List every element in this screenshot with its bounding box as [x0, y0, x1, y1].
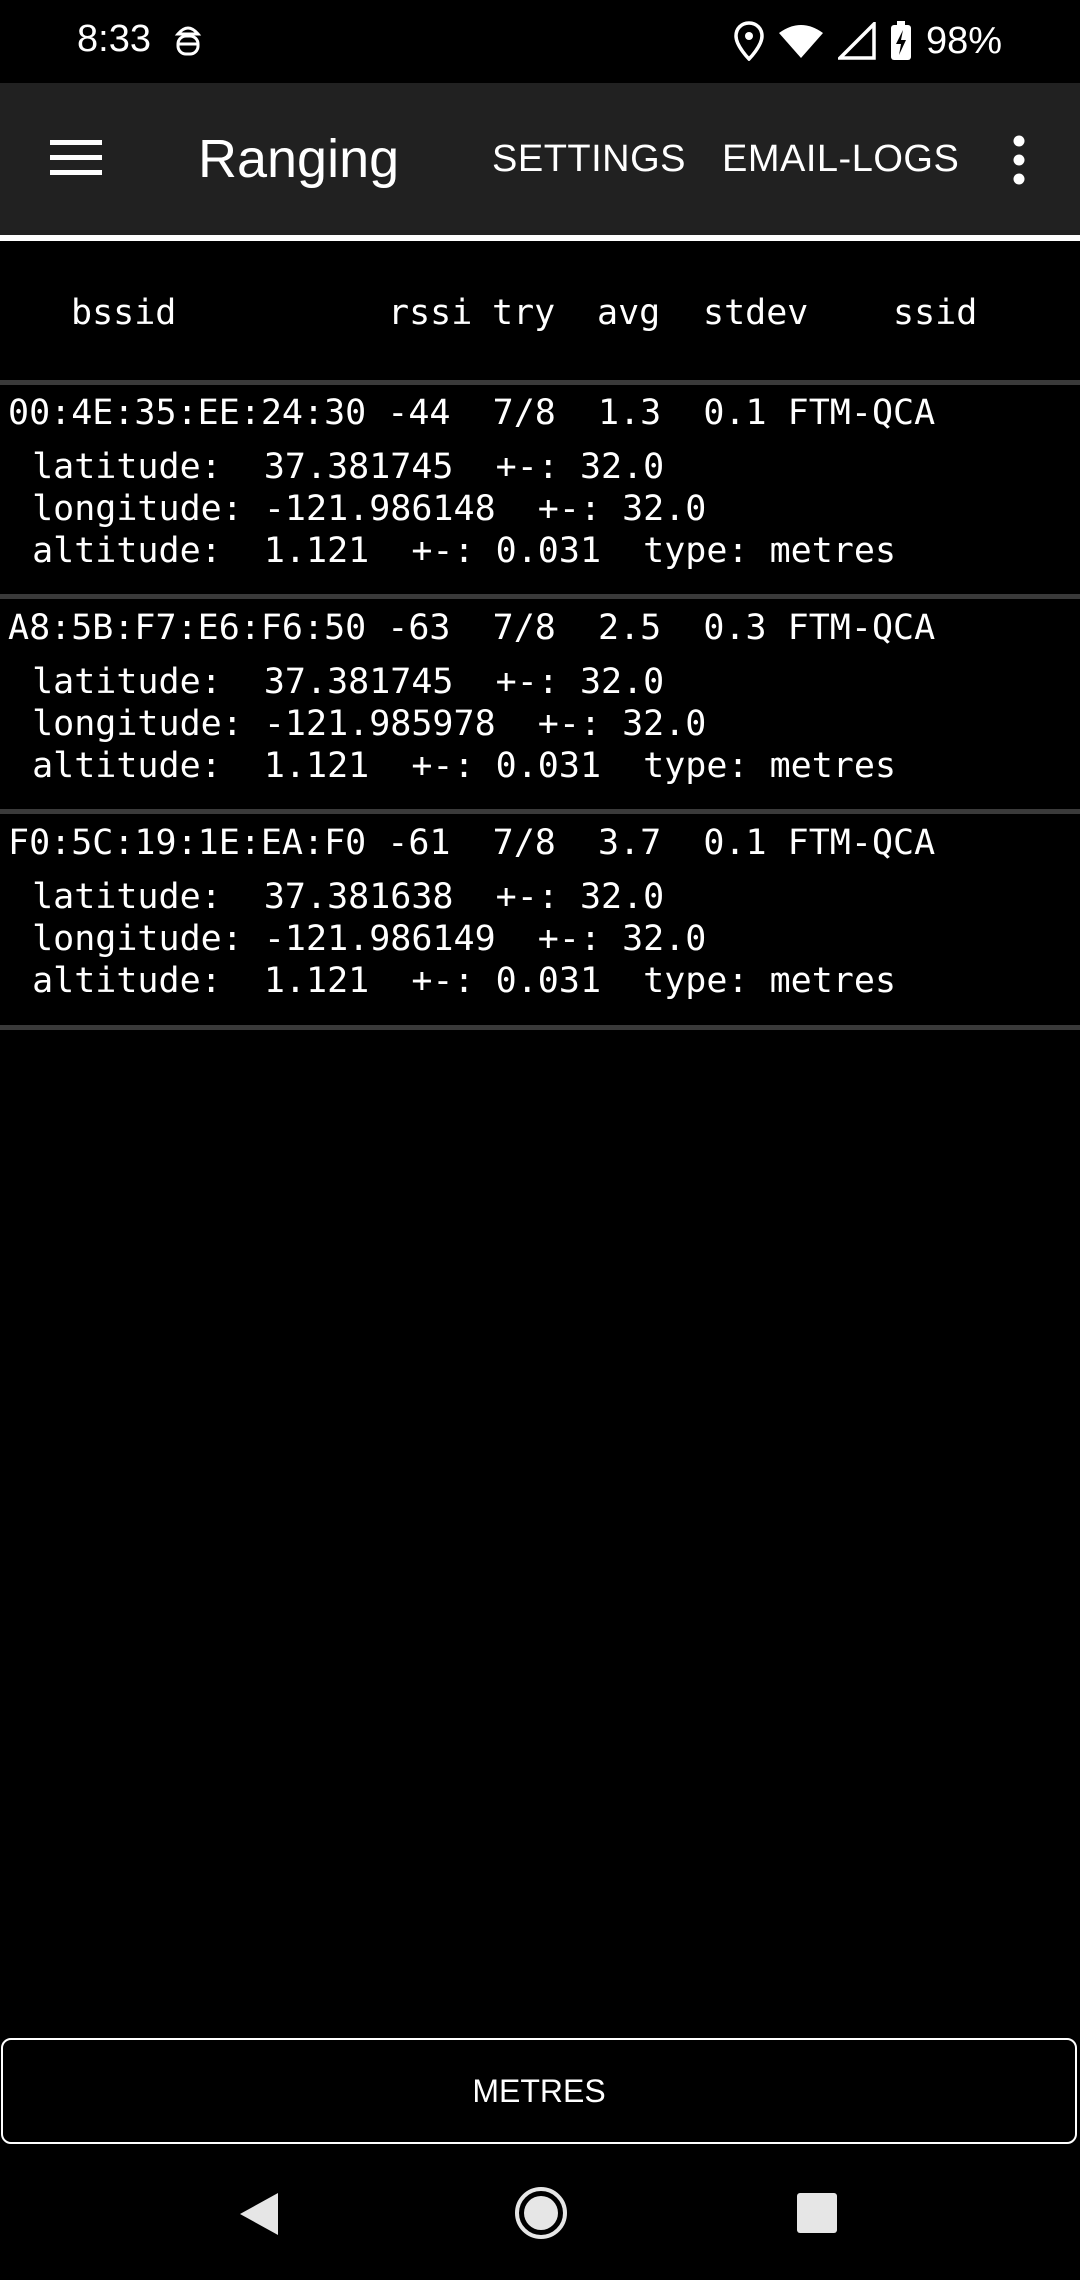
entry-altitude: altitude: 1.121 +-: 0.031 type: metres — [11, 746, 897, 786]
page-title: Ranging — [198, 129, 400, 189]
header-avg: avg — [597, 293, 661, 333]
status-time: 8:33 — [77, 18, 151, 60]
header-rssi: rssi — [388, 293, 473, 333]
entry-latitude: latitude: 37.381745 +-: 32.0 — [11, 662, 665, 702]
location-icon — [734, 21, 764, 61]
cellular-icon — [837, 22, 876, 60]
battery-charging-icon — [890, 21, 911, 60]
recents-icon[interactable] — [796, 2192, 838, 2234]
entry-altitude: altitude: 1.121 +-: 0.031 type: metres — [11, 961, 897, 1001]
header-stdev: stdev — [703, 293, 809, 333]
header-bssid: bssid — [71, 293, 177, 333]
home-icon[interactable] — [514, 2186, 568, 2240]
metres-button[interactable]: METRES — [1, 2038, 1077, 2144]
battery-percentage: 98% — [925, 19, 1002, 62]
entry-longitude: longitude: -121.986148 +-: 32.0 — [11, 489, 707, 529]
entry-summary: A8:5B:F7:E6:F6:50 -63 7/8 2.5 0.3 FTM-QC… — [8, 608, 936, 648]
divider — [0, 1025, 1080, 1030]
wifi-icon — [778, 25, 823, 58]
settings-button[interactable]: SETTINGS — [492, 138, 686, 181]
entry-latitude: latitude: 37.381638 +-: 32.0 — [11, 877, 665, 917]
debug-icon — [174, 26, 202, 56]
menu-icon[interactable] — [46, 136, 106, 180]
entry-summary: 00:4E:35:EE:24:30 -44 7/8 1.3 0.1 FTM-QC… — [8, 393, 936, 433]
entry-longitude: longitude: -121.985978 +-: 32.0 — [11, 704, 707, 744]
back-icon[interactable] — [236, 2190, 282, 2238]
entry-altitude: altitude: 1.121 +-: 0.031 type: metres — [11, 531, 897, 571]
entry-latitude: latitude: 37.381745 +-: 32.0 — [11, 447, 665, 487]
email-logs-button[interactable]: EMAIL-LOGS — [722, 138, 959, 181]
header-try: try — [492, 293, 556, 333]
entry-longitude: longitude: -121.986149 +-: 32.0 — [11, 919, 707, 959]
overflow-menu-icon[interactable] — [1004, 134, 1034, 186]
divider — [0, 380, 1080, 385]
header-ssid: ssid — [893, 293, 978, 333]
entry-summary: F0:5C:19:1E:EA:F0 -61 7/8 3.7 0.1 FTM-QC… — [8, 823, 936, 863]
divider — [0, 594, 1080, 599]
divider — [0, 809, 1080, 814]
status-icons: 98% — [734, 18, 1002, 64]
table-header: bssid rssi try avg stdev ssid — [0, 241, 1080, 382]
status-bar: 8:33 98% — [0, 0, 1080, 83]
